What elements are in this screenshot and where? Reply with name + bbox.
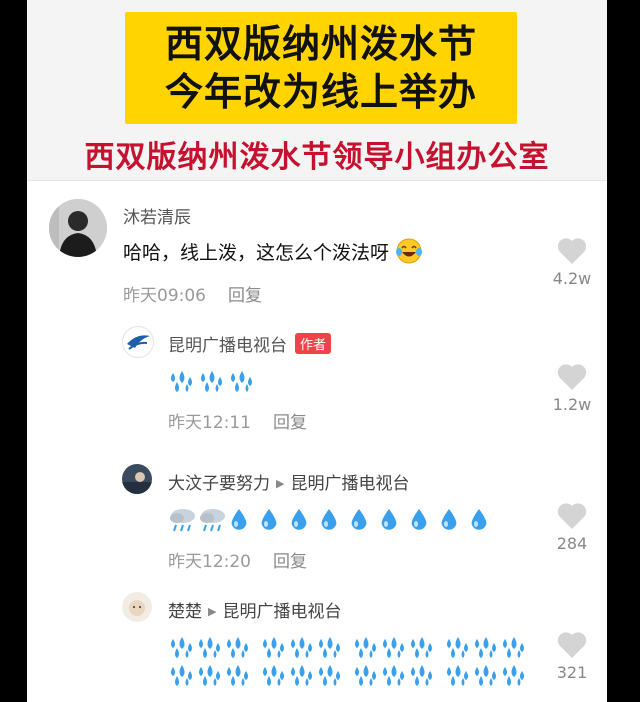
reply-to-name[interactable]: 昆明广播电视台 (222, 602, 341, 622)
reply-arrow-icon: ▶ (276, 477, 285, 490)
splash-emoji-icon (171, 636, 192, 658)
comment-author: 昆明广播电视台 作者 (168, 331, 332, 356)
like-button[interactable]: 1.2w (542, 363, 602, 414)
comment-meta: 昨天12:20 回复 (168, 547, 307, 572)
splash-emoji-icon (227, 636, 248, 658)
avatar[interactable] (122, 592, 152, 622)
splash-emoji-icon (475, 665, 496, 686)
splash-emoji-icon (199, 636, 220, 658)
author-name[interactable]: 楚楚 (168, 602, 202, 622)
splash-emoji-icon (227, 665, 248, 686)
reply-arrow-icon: ▶ (208, 605, 217, 618)
splash-emoji-icon (383, 636, 404, 658)
splash-emoji-icon (319, 665, 340, 686)
droplet-icon (291, 509, 307, 530)
splash-emoji-icon (411, 636, 432, 658)
like-count: 1.2w (552, 395, 592, 414)
splash-emoji-icon (355, 665, 376, 686)
avatar[interactable] (122, 464, 152, 494)
splash-emoji-icon (199, 665, 220, 686)
droplet-emoji-row (168, 507, 498, 533)
droplet-icon (351, 509, 367, 530)
splash-emoji-icon (263, 665, 284, 686)
reply-button[interactable]: 回复 (273, 552, 307, 572)
splash-emoji-icon (291, 636, 312, 658)
splash-emoji-icon (411, 665, 432, 686)
headline-box: 西双版纳州泼水节 今年改为线上举办 (125, 12, 517, 124)
splash-emoji-icon (447, 636, 468, 658)
author-badge: 作者 (295, 333, 332, 354)
comment-text: 哈哈，线上泼，这怎么个泼法呀 (123, 237, 423, 270)
droplet-icon (471, 509, 487, 530)
like-count: 4.2w (552, 269, 592, 288)
reply-button[interactable]: 回复 (228, 286, 262, 306)
droplet-icon (261, 509, 277, 530)
splash-emoji-row (168, 368, 258, 393)
heart-icon (557, 632, 587, 658)
author-name[interactable]: 大汶子要努力 (168, 474, 270, 494)
screen: 西双版纳州泼水节 今年改为线上举办 西双版纳州泼水节领导小组办公室 沐若清辰 哈… (27, 0, 607, 702)
splash-emoji-icon (503, 665, 524, 686)
like-button[interactable]: 284 (542, 502, 602, 553)
comment-time: 昨天09:06 (123, 286, 206, 306)
comment-author: 楚楚 ▶ 昆明广播电视台 (168, 597, 341, 622)
comment-author: 大汶子要努力 ▶ 昆明广播电视台 (168, 469, 409, 494)
droplet-icon (411, 509, 427, 530)
avatar[interactable] (49, 199, 107, 257)
comment-meta: 昨天12:11 回复 (168, 408, 307, 433)
reply-to-name[interactable]: 昆明广播电视台 (290, 474, 409, 494)
divider (27, 180, 607, 181)
heart-icon (557, 238, 587, 264)
splash-emoji-icon (171, 665, 192, 686)
comment-author[interactable]: 沐若清辰 (123, 203, 191, 228)
splash-emoji-icon (475, 636, 496, 658)
splash-emoji-icon (447, 665, 468, 686)
comment-text-body: 哈哈，线上泼，这怎么个泼法呀 (123, 242, 390, 264)
like-button[interactable]: 4.2w (542, 237, 602, 288)
news-banner: 西双版纳州泼水节 今年改为线上举办 西双版纳州泼水节领导小组办公室 (27, 0, 607, 180)
droplet-icon (441, 509, 457, 530)
reply-button[interactable]: 回复 (273, 413, 307, 433)
splash-emoji-rows (168, 634, 536, 687)
splash-emoji-icon (503, 636, 524, 658)
like-count: 284 (556, 534, 588, 553)
comment-time: 昨天12:20 (168, 552, 251, 572)
rain-cloud-icon (170, 509, 195, 532)
heart-icon (557, 503, 587, 529)
splash-emoji-icon (231, 370, 252, 392)
droplet-icon (321, 509, 337, 530)
splash-emoji-icon (355, 636, 376, 658)
splash-emoji-icon (319, 636, 340, 658)
comment-meta: 昨天09:06 回复 (123, 281, 262, 306)
splash-emoji-icon (201, 370, 222, 392)
headline-line-2: 今年改为线上举办 (164, 70, 477, 114)
splash-emoji-icon (263, 636, 284, 658)
laughing-crying-emoji-icon (395, 237, 423, 270)
heart-icon (557, 364, 587, 390)
avatar[interactable] (122, 326, 154, 358)
author-name[interactable]: 昆明广播电视台 (168, 336, 287, 356)
splash-emoji-icon (171, 370, 192, 392)
droplet-icon (381, 509, 397, 530)
source-subtitle: 西双版纳州泼水节领导小组办公室 (84, 140, 550, 175)
comment-time: 昨天12:11 (168, 413, 251, 433)
splash-emoji-icon (383, 665, 404, 686)
droplet-icon (231, 509, 247, 530)
like-button[interactable]: 321 (542, 631, 602, 682)
splash-emoji-icon (291, 665, 312, 686)
like-count: 321 (556, 663, 588, 682)
headline-line-1: 西双版纳州泼水节 (164, 22, 477, 66)
rain-cloud-icon (200, 509, 225, 532)
